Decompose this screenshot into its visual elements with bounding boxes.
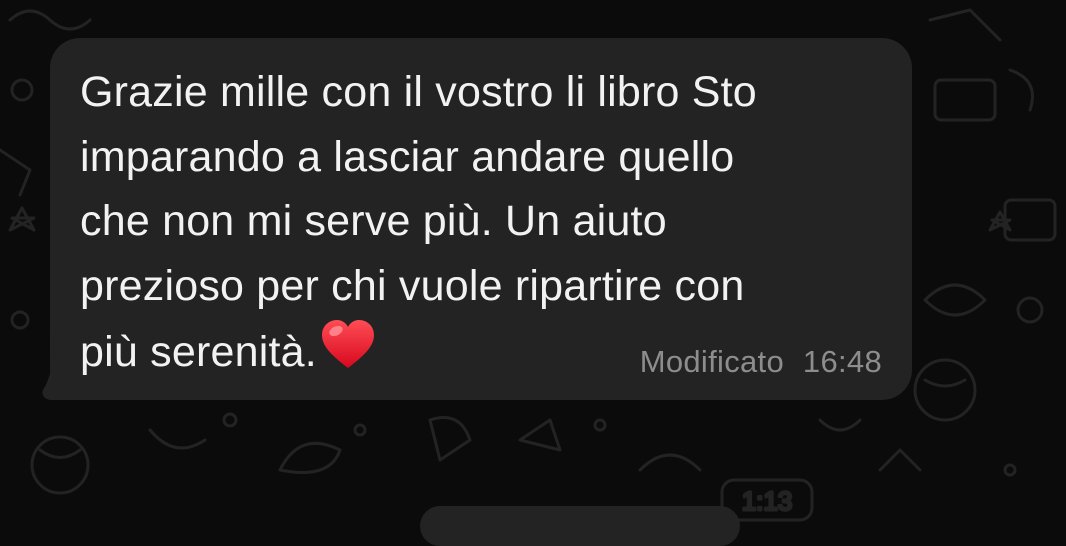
message-line: prezioso per chi vuole ripartire con [80, 261, 745, 310]
message-text: Grazie mille con il vostro li libro Sto … [80, 60, 890, 385]
edited-label: Modificato [639, 344, 784, 379]
message-line: più serenità. [80, 328, 317, 376]
bubble-tail [42, 332, 78, 400]
incoming-message-bubble[interactable]: Grazie mille con il vostro li libro Sto … [50, 38, 912, 400]
wallpaper-badge-label: 1:13 [742, 486, 793, 516]
next-message-bubble-fragment [420, 506, 740, 546]
message-time: 16:48 [802, 344, 882, 379]
message-line: Grazie mille con il vostro li libro Sto [80, 68, 757, 116]
message-line: imparando a lasciar andare quello [80, 132, 735, 181]
doodle-right-side [913, 8, 1057, 422]
message-meta: Modificato 16:48 [640, 344, 882, 380]
heart-emoji-icon [321, 320, 374, 368]
doodle-bottom [30, 412, 1017, 495]
message-line: che non mi serve più. Un aiuto [80, 197, 667, 245]
